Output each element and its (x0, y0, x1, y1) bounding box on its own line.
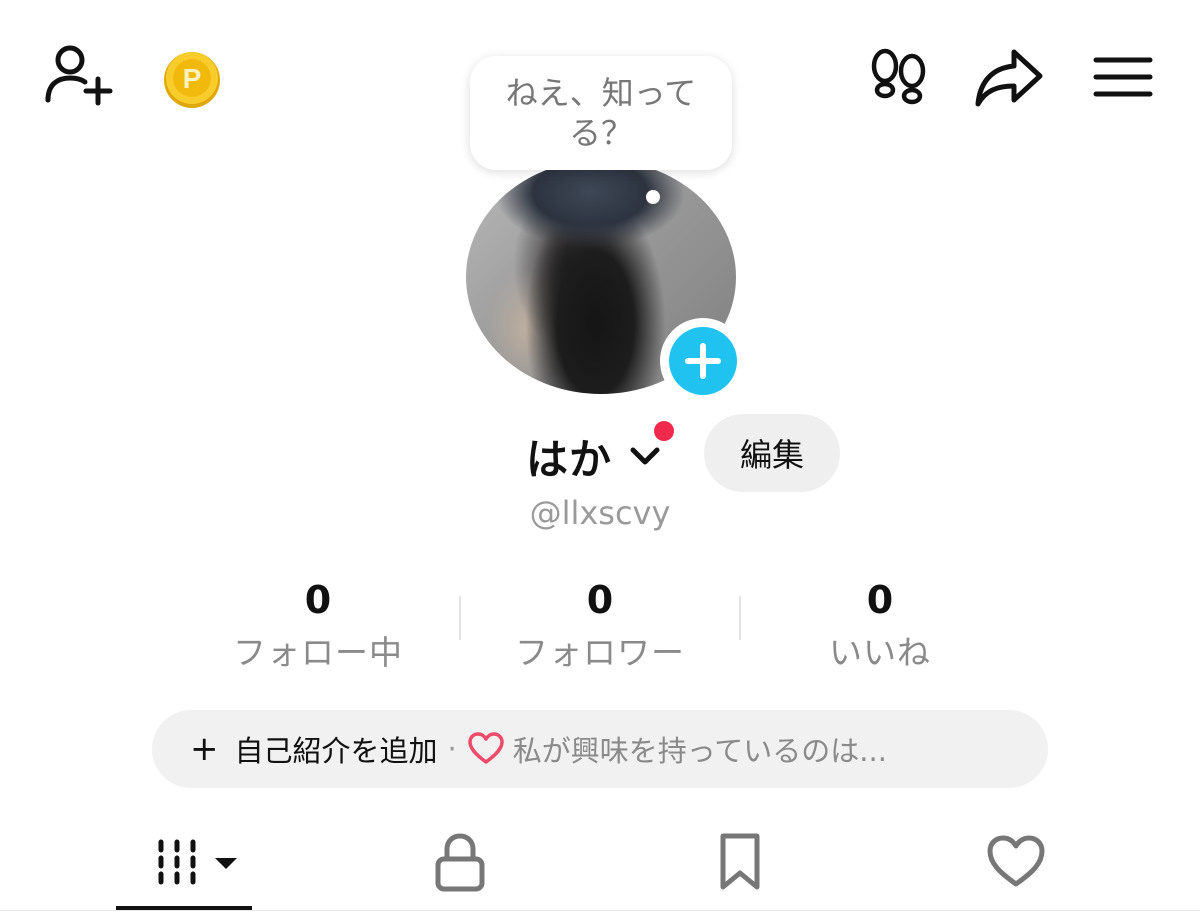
share-button[interactable] (972, 44, 1046, 110)
tab-videos[interactable] (116, 822, 252, 902)
stat-label: フォロー中 (233, 633, 403, 672)
menu-button[interactable] (1090, 48, 1156, 108)
speech-bubble[interactable]: ねえ、知ってる？ (470, 56, 732, 170)
tab-saved[interactable] (690, 822, 790, 902)
lock-icon (435, 833, 485, 892)
add-friend-button[interactable] (40, 40, 116, 112)
stat-value: 0 (866, 578, 894, 622)
footprints-button[interactable] (866, 44, 932, 110)
bookmark-icon (720, 833, 760, 890)
coin-letter: P (183, 63, 202, 94)
speech-bubble-text: ねえ、知ってる？ (505, 74, 697, 152)
notification-dot (654, 421, 674, 441)
stat-value: 0 (304, 578, 332, 622)
interests-link[interactable]: 私が興味を持っているのは... (513, 728, 887, 770)
stat-following[interactable]: 0 フォロー中 (208, 578, 428, 674)
speech-bubble-tail (646, 190, 660, 204)
account-switch-button[interactable] (628, 440, 662, 470)
caret-down-icon (215, 858, 237, 869)
stat-divider (459, 596, 461, 640)
profile-name[interactable]: はか (526, 426, 612, 487)
tab-liked[interactable] (966, 822, 1066, 902)
add-bio-link[interactable]: 自己紹介を追加 (235, 728, 438, 770)
stat-label: フォロワー (515, 633, 685, 672)
stat-divider (739, 596, 741, 640)
edit-profile-button[interactable]: 編集 (704, 414, 840, 492)
tab-bar-border (0, 910, 1200, 911)
heart-outline-icon (467, 732, 504, 764)
heart-icon (987, 835, 1045, 887)
hamburger-menu-icon (1093, 57, 1153, 97)
share-arrow-icon (975, 49, 1043, 107)
footprints-icon (871, 48, 926, 105)
person-plus-icon (45, 45, 113, 106)
stat-followers[interactable]: 0 フォロワー (490, 578, 710, 674)
bio-bar[interactable]: + 自己紹介を追加 · 私が興味を持っているのは... (152, 710, 1048, 788)
coin-button[interactable]: P (162, 50, 222, 110)
grid-videos-icon (158, 839, 237, 885)
plus-icon (685, 343, 721, 379)
bio-separator: · (447, 732, 457, 766)
chevron-down-icon (630, 447, 660, 465)
p-coin-icon: P (164, 52, 220, 108)
add-avatar-button[interactable] (660, 318, 746, 404)
profile-handle: @llxscvy (529, 494, 671, 532)
stat-label: いいね (829, 633, 931, 672)
stat-likes[interactable]: 0 いいね (770, 578, 990, 674)
add-bio-plus[interactable]: + (190, 729, 219, 769)
tab-private[interactable] (410, 822, 510, 902)
plus-circle (669, 327, 737, 395)
stat-value: 0 (586, 578, 614, 622)
